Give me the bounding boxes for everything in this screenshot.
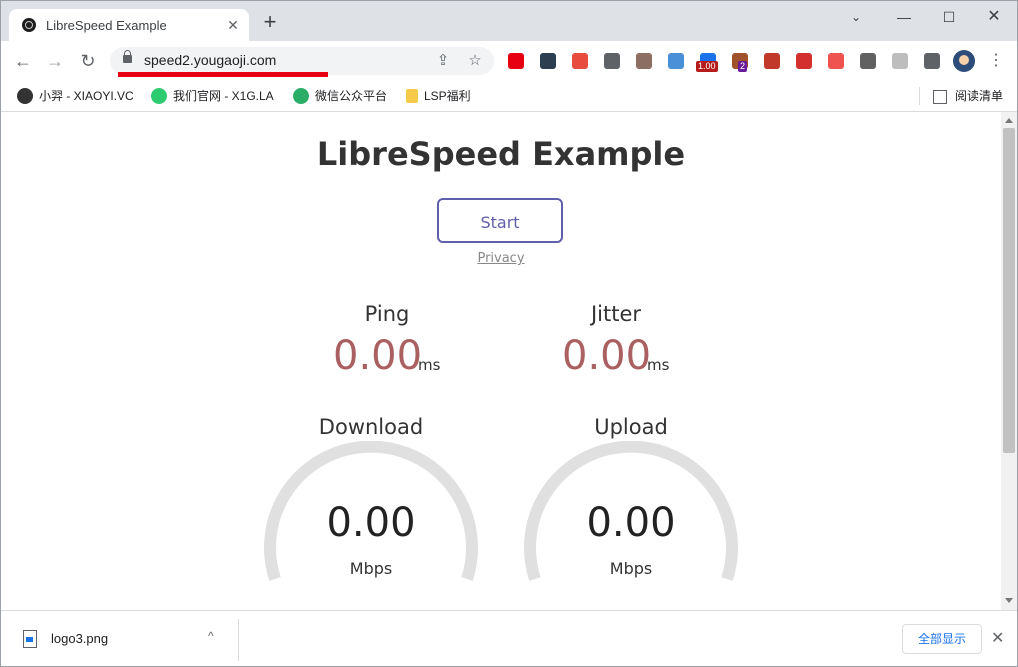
download-label: Download [318,415,424,439]
bookmark-lsp[interactable]: LSP福利 [406,87,471,105]
bug-extension-icon[interactable] [764,53,780,69]
jitter-unit: ms [647,356,670,374]
show-all-downloads-button[interactable]: 全部显示 [902,624,982,654]
bookmark-label: LSP福利 [424,89,471,103]
mountain-extension-icon[interactable] [860,53,876,69]
upload-label: Upload [594,415,668,439]
lock-icon[interactable] [123,50,132,63]
start-button[interactable]: Start [437,198,563,243]
image-file-icon [23,630,37,648]
reading-list-label: 阅读清单 [955,89,1004,103]
extension-badge: 1.00 [696,61,718,72]
redirect-extension-icon[interactable] [572,53,588,69]
bookmark-wechat[interactable]: 微信公众平台 [293,87,387,105]
url-text[interactable]: speed2.yougaoji.com [144,52,276,68]
reading-list-button[interactable]: 阅读清单 [933,87,1003,104]
ping-value: 0.00 [333,333,423,379]
extension-badge: 2 [738,61,748,72]
bookmarks-divider [919,87,920,105]
reload-button[interactable]: ↻ [76,49,100,73]
forward-button[interactable]: → [43,49,67,73]
bookmark-label: 我们官网 - X1G.LA [173,89,274,103]
avatar-icon [17,87,33,104]
page-scrollbar[interactable] [1001,112,1017,610]
bookmark-xiaoyi[interactable]: 小羿 - XIAOYI.VC [17,87,134,105]
cookie-extension-icon[interactable] [636,53,652,69]
shelf-divider [238,619,239,661]
bookmark-label: 小羿 - XIAOYI.VC [39,89,134,103]
reading-list-icon [933,89,947,104]
tab-strip: LibreSpeed Example ✕ + ⌄ — ☐ ✕ [1,1,1017,41]
scroll-down-arrow-icon[interactable] [1005,598,1013,603]
jitter-value: 0.00 [562,333,652,379]
wechat-icon [293,87,309,104]
folder-icon [406,88,418,103]
upload-value: 0.00 [586,500,676,546]
download-unit: Mbps [349,559,393,578]
scrollbar-thumb[interactable] [1003,128,1015,453]
scroll-up-arrow-icon[interactable] [1005,118,1013,123]
bookmark-label: 微信公众平台 [315,89,388,103]
upload-unit: Mbps [609,559,653,578]
download-filename[interactable]: logo3.png [51,631,108,646]
address-bar[interactable]: speed2.yougaoji.com ⇪ ☆ [110,47,494,75]
librespeed-favicon-icon [22,18,36,32]
page-title: LibreSpeed Example [316,135,686,173]
tampermonkey-extension-icon[interactable]: 2 [732,53,748,72]
jitter-label: Jitter [590,302,642,326]
video-speed-extension-icon[interactable]: 1.00 [696,53,718,72]
url-highlight-underline [118,72,328,77]
maximize-button[interactable]: ☐ [926,5,972,29]
tab-search-icon[interactable]: ⌄ [833,5,879,29]
new-tab-button[interactable]: + [259,11,281,34]
back-button[interactable]: ← [11,49,35,73]
page-content: LibreSpeed Example Start Privacy Ping 0.… [1,112,1001,610]
screen-extension-icon[interactable] [892,53,908,69]
browser-window: LibreSpeed Example ✕ + ⌄ — ☐ ✕ ← → ↻ spe… [0,0,1018,667]
alert-extension-icon[interactable] [796,53,812,69]
close-shelf-icon[interactable]: ✕ [991,628,1004,648]
minimize-button[interactable]: — [881,5,927,29]
share-icon[interactable]: ⇪ [433,51,453,71]
ping-unit: ms [418,356,441,374]
download-value: 0.00 [326,500,416,546]
profile-avatar-icon[interactable] [953,50,975,72]
browser-toolbar: ← → ↻ speed2.yougaoji.com ⇪ ☆ 1.00 2 ⋮ [1,41,1017,81]
privacy-link-text[interactable]: Privacy [477,251,524,266]
opera-extension-icon[interactable] [508,53,524,69]
tab-close-icon[interactable]: ✕ [223,15,243,35]
download-options-caret-icon[interactable]: ^ [208,629,214,643]
tab-title: LibreSpeed Example [46,18,167,33]
browser-menu-icon[interactable]: ⋮ [988,50,1004,72]
block-extension-icon[interactable] [828,53,844,69]
puzzle-extension-icon[interactable] [924,53,940,69]
ping-label: Ping [364,302,410,326]
bookmark-x1g[interactable]: 我们官网 - X1G.LA [151,87,274,105]
privacy-link: Privacy [1,251,1001,266]
copy-extension-icon[interactable] [604,53,620,69]
close-window-button[interactable]: ✕ [971,5,1017,29]
bookmarks-bar: 小羿 - XIAOYI.VC 我们官网 - X1G.LA 微信公众平台 LSP福… [1,81,1017,112]
bookmark-star-icon[interactable]: ☆ [465,51,485,71]
gear-logo-icon [151,87,167,104]
terminal-extension-icon[interactable] [540,53,556,69]
image-extension-icon[interactable] [668,53,684,69]
download-shelf: logo3.png ^ 全部显示 ✕ [1,610,1017,666]
tab-librespeed[interactable]: LibreSpeed Example ✕ [9,9,249,41]
